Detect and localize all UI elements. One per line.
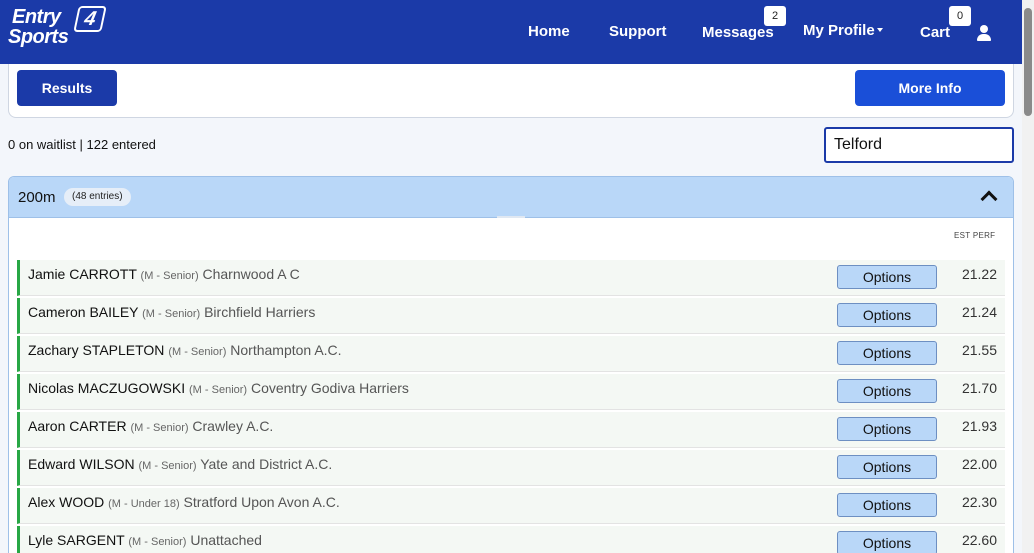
page-scrollbar-thumb[interactable] (1024, 8, 1032, 116)
athlete-category: (M - Senior) (128, 536, 187, 548)
nav-messages[interactable]: Messages (702, 24, 774, 41)
athlete-name: Edward WILSON (28, 456, 135, 472)
est-perf-header: EST PERF (954, 231, 996, 240)
options-button[interactable]: Options (837, 303, 937, 327)
drag-handle (497, 216, 525, 218)
athlete-category: (M - Senior) (140, 270, 199, 282)
entry-row: Lyle SARGENT (M - Senior) Unattached Opt… (17, 526, 1005, 553)
entries-count-badge: (48 entries) (64, 188, 131, 206)
entry4sports-logo[interactable]: Entry 4 Sports (8, 6, 110, 50)
athlete-club: Charnwood A C (202, 266, 300, 282)
athlete-name: Lyle SARGENT (28, 532, 125, 548)
entry-row: Cameron BAILEY (M - Senior) Birchfield H… (17, 298, 1005, 334)
more-info-button[interactable]: More Info (855, 70, 1005, 106)
est-perf-value: 21.24 (961, 304, 997, 320)
event-panel: 200m (48 entries) EST PERF Jamie CARROTT… (8, 176, 1014, 553)
search-input[interactable] (824, 127, 1014, 163)
messages-count-badge: 2 (764, 6, 786, 26)
est-perf-value: 21.22 (961, 266, 997, 282)
caret-down-icon[interactable] (877, 28, 883, 32)
options-button[interactable]: Options (837, 341, 937, 365)
results-button[interactable]: Results (17, 70, 117, 106)
athlete-club: Northampton A.C. (230, 342, 342, 358)
athlete-name: Alex WOOD (28, 494, 105, 510)
event-panel-header[interactable]: 200m (48 entries) (9, 177, 1013, 218)
logo-text-top: Entry (12, 6, 61, 28)
entry-row: Zachary STAPLETON (M - Senior) Northampt… (17, 336, 1005, 372)
nav-cart[interactable]: Cart (920, 24, 950, 41)
options-button[interactable]: Options (837, 265, 937, 289)
athlete-club: Unattached (190, 532, 262, 548)
athlete-club: Coventry Godiva Harriers (250, 380, 409, 396)
athlete-category: (M - Senior) (142, 308, 201, 320)
athlete-name: Aaron CARTER (28, 418, 127, 434)
logo-text-bottom: Sports (8, 26, 69, 48)
options-button[interactable]: Options (837, 493, 937, 517)
options-button[interactable]: Options (837, 455, 937, 479)
user-icon[interactable] (977, 25, 991, 41)
entry-row: Edward WILSON (M - Senior) Yate and Dist… (17, 450, 1005, 486)
entry-row: Aaron CARTER (M - Senior) Crawley A.C. O… (17, 412, 1005, 448)
athlete-category: (M - Under 18) (108, 498, 180, 510)
options-button[interactable]: Options (837, 379, 937, 403)
athlete-category: (M - Senior) (130, 422, 189, 434)
options-button[interactable]: Options (837, 531, 937, 553)
options-button[interactable]: Options (837, 417, 937, 441)
top-navigation-bar: Entry 4 Sports Home Support Messages 2 M… (0, 0, 1022, 64)
athlete-name: Zachary STAPLETON (28, 342, 165, 358)
event-name: 200m (18, 189, 56, 206)
entry-row: Nicolas MACZUGOWSKI (M - Senior) Coventr… (17, 374, 1005, 410)
nav-support[interactable]: Support (609, 23, 667, 40)
athlete-category: (M - Senior) (189, 384, 248, 396)
athlete-category: (M - Senior) (168, 346, 227, 358)
athlete-club: Stratford Upon Avon A.C. (183, 494, 340, 510)
athlete-category: (M - Senior) (138, 460, 197, 472)
cart-count-badge: 0 (949, 6, 971, 26)
est-perf-value: 21.55 (961, 342, 997, 358)
est-perf-value: 21.70 (961, 380, 997, 396)
entry-stats: 0 on waitlist | 122 entered (8, 137, 156, 152)
nav-my-profile[interactable]: My Profile (803, 22, 875, 39)
athlete-club: Crawley A.C. (192, 418, 274, 434)
athlete-name: Cameron BAILEY (28, 304, 139, 320)
athlete-club: Birchfield Harriers (204, 304, 316, 320)
est-perf-value: 22.60 (961, 532, 997, 548)
est-perf-value: 21.93 (961, 418, 997, 434)
entry-row: Alex WOOD (M - Under 18) Stratford Upon … (17, 488, 1005, 524)
athlete-name: Jamie CARROTT (28, 266, 137, 282)
nav-home[interactable]: Home (528, 23, 570, 40)
athlete-club: Yate and District A.C. (200, 456, 333, 472)
chevron-up-icon[interactable] (980, 189, 996, 203)
entry-row: Jamie CARROTT (M - Senior) Charnwood A C… (17, 260, 1005, 296)
athlete-name: Nicolas MACZUGOWSKI (28, 380, 186, 396)
est-perf-value: 22.00 (961, 456, 997, 472)
logo-four: 4 (73, 6, 107, 32)
est-perf-value: 22.30 (961, 494, 997, 510)
